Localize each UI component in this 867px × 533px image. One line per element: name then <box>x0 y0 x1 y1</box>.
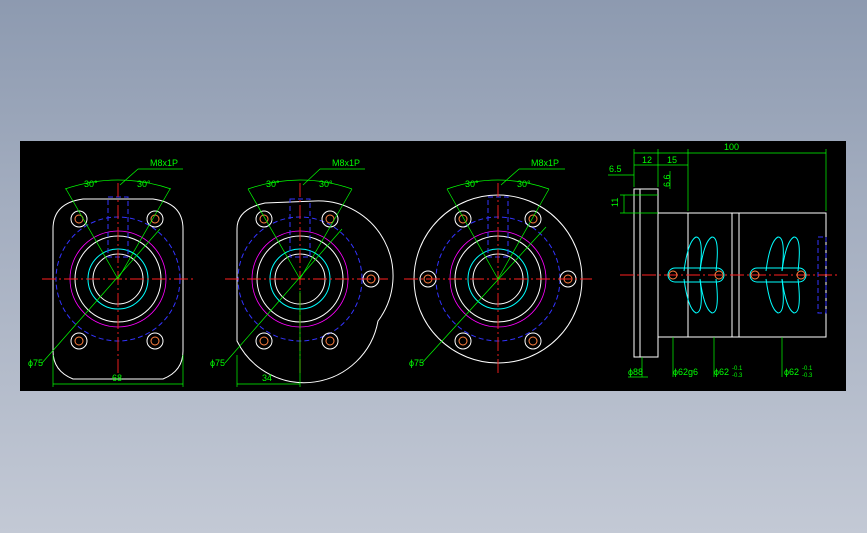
view1-thread-callout: M8x1P <box>150 158 178 168</box>
view1-bolt-hole-bl <box>70 332 88 350</box>
view1-angle-left: 30° <box>84 179 98 189</box>
cad-drawing-canvas: 30° 30° M8x1P ϕ75 68 30° 30° M8x1P ϕ75 3… <box>20 141 846 391</box>
cad-drawing: 30° 30° M8x1P ϕ75 68 30° 30° M8x1P ϕ75 3… <box>28 142 838 387</box>
view3-dia-leader <box>421 226 547 364</box>
tube-left-loop2-top <box>699 236 718 272</box>
view2-bolt-hole-tl <box>255 210 273 228</box>
view3-thread-callout: M8x1P <box>531 158 559 168</box>
side-dim-15: 15 <box>667 155 677 165</box>
view1-angle-leader-r <box>117 188 171 280</box>
view3-bolt-hole-bl <box>454 332 472 350</box>
view1-dia-label: ϕ75 <box>28 358 43 368</box>
view2-bolt-hole-bl <box>255 332 273 350</box>
view2-outline <box>236 200 394 384</box>
view2-angle-right: 30° <box>319 179 333 189</box>
view3-dia-label: ϕ75 <box>409 358 424 368</box>
side-dia-flange: ϕ88 <box>628 367 643 377</box>
side-tol-b-lower: -0.3 <box>802 373 813 379</box>
side-tol-a-lower: -0.3 <box>732 373 743 379</box>
tube-left-loop1-top <box>683 236 702 272</box>
view2-thread-leader <box>302 168 321 186</box>
view3-bolt-hole-br <box>524 332 542 350</box>
tube-right-loop2-bot <box>781 278 800 314</box>
view3-bolt-hole-tl <box>454 210 472 228</box>
view3-bolt-hole-tr <box>524 210 542 228</box>
tube-left-loop2-bot <box>699 278 718 314</box>
tube-right-loop2-top <box>781 236 800 272</box>
side-dia-body-b: ϕ62 <box>784 367 799 377</box>
view3-bolt-hole-br-inner <box>528 336 538 346</box>
side-tol-b-upper: -0.1 <box>802 366 813 372</box>
view1-width-label: 68 <box>112 373 122 383</box>
view3-bolt-hole-bl-inner <box>458 336 468 346</box>
view3-angle-right: 30° <box>517 179 531 189</box>
side-dia-body-a: ϕ62 <box>714 367 729 377</box>
side-dim-11: 11 <box>610 198 620 207</box>
tube-right-loop1-top <box>765 236 784 272</box>
view2-dia-label: ϕ75 <box>210 358 225 368</box>
front-view-1: 30° 30° M8x1P ϕ75 68 <box>28 158 195 387</box>
view1-bolt-hole-tl <box>70 210 88 228</box>
view3-angle-left: 30° <box>465 179 479 189</box>
tube-right-loop1-bot <box>765 278 784 314</box>
tube-left-loop1-bot <box>683 278 702 314</box>
view1-thread-leader <box>119 168 139 186</box>
view2-thread-callout: M8x1P <box>332 158 360 168</box>
side-dia-pilot: ϕ62g6 <box>673 367 698 377</box>
front-view-3: 30° 30° M8x1P ϕ75 <box>404 158 592 376</box>
side-dim-12: 12 <box>642 155 652 165</box>
view1-angle-right: 30° <box>137 179 151 189</box>
view2-width-label: 34 <box>262 373 272 383</box>
view2-bolt-hole-bl-inner <box>259 336 269 346</box>
view1-bolt-hole-br-inner <box>150 336 160 346</box>
view2-angle-left: 30° <box>266 179 280 189</box>
side-view: 100 12 15 6.5 6.6 11 ϕ88 ϕ62g6 ϕ62 -0.1 … <box>608 142 838 379</box>
side-dim-100: 100 <box>724 142 739 152</box>
side-tol-a-upper: -0.1 <box>732 366 743 372</box>
front-view-2: 30° 30° M8x1P ϕ75 34 <box>210 158 394 387</box>
view1-bolt-hole-tr-inner <box>150 214 160 224</box>
view2-bolt-hole-br-inner <box>325 336 335 346</box>
view1-angle-leader-l <box>65 188 119 280</box>
view2-bolt-hole-br <box>321 332 339 350</box>
view1-bolt-hole-bl-inner <box>74 336 84 346</box>
view2-angle-leader-r <box>299 188 353 280</box>
view1-bolt-hole-br <box>146 332 164 350</box>
side-dim-6-6: 6.6 <box>662 174 672 187</box>
side-dim-6-5: 6.5 <box>609 164 622 174</box>
side-flange <box>633 188 659 358</box>
